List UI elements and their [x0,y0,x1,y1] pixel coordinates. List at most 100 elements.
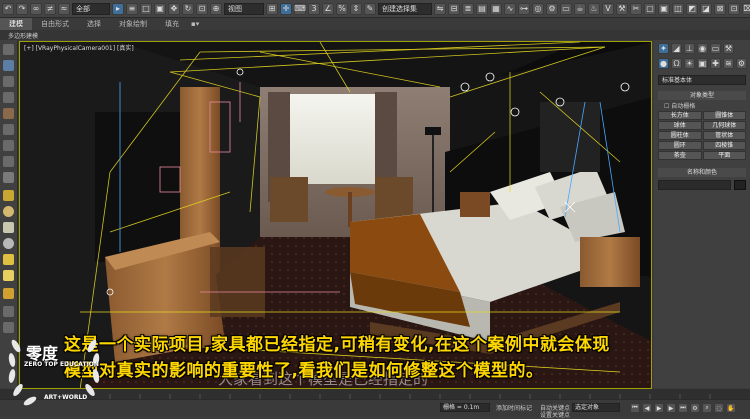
curve-editor-icon[interactable]: ∿ [504,2,516,15]
pan-icon[interactable]: ✋ [726,403,736,413]
next-frame-icon[interactable]: ▶ [666,403,676,413]
sun-icon[interactable] [3,254,14,265]
light-box-icon[interactable] [3,190,14,201]
light-dome-icon[interactable] [3,238,14,249]
vray-frame-icon[interactable]: V [602,2,614,15]
extra-tool2-icon[interactable]: ▢ [644,2,656,15]
extra-tool4-icon[interactable]: ◫ [672,2,684,15]
container-icon[interactable] [3,44,14,55]
motion-icon[interactable] [3,92,14,103]
scene-explorer-icon[interactable]: ▤ [476,2,488,15]
vray-settings-icon[interactable]: ⚒ [616,2,628,15]
render-icon[interactable]: ☕ [574,2,586,15]
torus-button[interactable]: 圆环 [658,141,702,150]
percent-snap-icon[interactable]: % [336,2,348,15]
align-icon[interactable]: ⊟ [448,2,460,15]
shapes-category-icon[interactable]: ᘯ [671,58,682,69]
shape-icon[interactable] [3,124,14,135]
keyboard-shortcut-icon[interactable]: ⌨ [294,2,306,15]
rect-select-icon[interactable]: □ [140,2,152,15]
cameras-category-icon[interactable]: ▣ [697,58,708,69]
modify-tab-icon[interactable]: ◢ [671,43,682,54]
window-crossing-icon[interactable]: ▣ [154,2,166,15]
hierarchy-icon[interactable] [3,76,14,87]
go-to-end-icon[interactable]: ⏭ [678,403,688,413]
time-config-icon[interactable]: ⚙ [690,403,700,413]
polygon-modeling-label[interactable]: 多边形建模 [8,31,38,40]
extra-tool9-icon[interactable]: ⌧ [742,2,750,15]
spot-light-icon[interactable] [3,288,14,299]
cone-button[interactable]: 圆锥体 [702,111,746,120]
extra-tool7-icon[interactable]: ⊠ [714,2,726,15]
orbit-icon[interactable]: ◌ [714,403,724,413]
extra-tool-icon[interactable]: ✂ [630,2,642,15]
display-tab-icon[interactable]: ▭ [710,43,721,54]
scale-icon[interactable]: ⊡ [196,2,208,15]
select-object-icon[interactable]: ▸ [112,2,124,15]
timeline-ruler[interactable] [0,389,750,399]
set-key-label[interactable]: 设置关键点 [540,410,570,419]
render-active-icon[interactable]: ♨ [588,2,600,15]
helper-icon[interactable] [3,140,14,151]
light-sphere-icon[interactable] [3,206,14,217]
add-time-tag-label[interactable]: 添加时间标记 [496,403,532,412]
reference-coord-select[interactable]: 视图 [224,2,264,15]
motion-tab-icon[interactable]: ◉ [697,43,708,54]
tab-selection[interactable]: 选择 [78,18,110,30]
sphere-button[interactable]: 球体 [658,121,702,130]
place-icon[interactable]: ⊕ [210,2,222,15]
extra-tool6-icon[interactable]: ◪ [700,2,712,15]
ribbon-options-icon[interactable]: ▪▾ [188,18,202,30]
link-icon[interactable]: ∞ [30,2,42,15]
rotate-icon[interactable]: ↻ [182,2,194,15]
select-by-name-icon[interactable]: ≡ [126,2,138,15]
helpers-category-icon[interactable]: ✚ [710,58,721,69]
undo-icon[interactable]: ↶ [2,2,14,15]
object-color-swatch[interactable] [734,180,746,190]
layer-icon[interactable]: ≣ [462,2,474,15]
pyramid-button[interactable]: 四棱锥 [702,141,746,150]
extra-tool8-icon[interactable]: ⊡ [728,2,740,15]
viewport-label[interactable]: [+] [VRayPhysicalCamera001] [真实] [24,43,134,52]
spacewarps-category-icon[interactable]: ≋ [723,58,734,69]
schematic-view-icon[interactable]: ⊶ [518,2,530,15]
cylinder-button[interactable]: 圆柱体 [658,131,702,140]
tab-freeform[interactable]: 自由形式 [32,18,78,30]
object-name-input[interactable] [658,180,731,190]
object-type-header[interactable]: 对象类型 [658,91,746,100]
edit-named-selection-icon[interactable]: ✎ [364,2,376,15]
system-icon[interactable] [3,172,14,183]
angle-snap-icon[interactable]: ∠ [322,2,334,15]
omni-light-icon[interactable] [3,270,14,281]
systems-category-icon[interactable]: ⚙ [736,58,747,69]
space-warp-icon[interactable] [3,156,14,167]
lights-category-icon[interactable]: ☀ [684,58,695,69]
rendered-frame-icon[interactable]: ▭ [560,2,572,15]
extra-tool5-icon[interactable]: ◩ [686,2,698,15]
camera-icon[interactable] [3,306,14,317]
geometry-icon[interactable] [3,108,14,119]
primitive-category-select[interactable]: 标准基本体 [658,75,746,85]
plane-button[interactable]: 平面 [702,151,746,160]
material-editor-icon[interactable]: ◎ [532,2,544,15]
select-manipulate-icon[interactable]: ✛ [280,2,292,15]
unlink-icon[interactable]: ≠ [44,2,56,15]
go-to-start-icon[interactable]: ⏮ [630,403,640,413]
autogrid-row[interactable]: ☐ 自动栅格 [658,101,746,110]
ribbon-toggle-icon[interactable]: ▦ [490,2,502,15]
redo-icon[interactable]: ↷ [16,2,28,15]
named-selection-set-select[interactable]: 创建选择集 [378,2,432,15]
spinner-snap-icon[interactable]: ⇕ [350,2,362,15]
light-plane-icon[interactable] [3,222,14,233]
bind-icon[interactable]: ≈ [58,2,70,15]
play-icon[interactable]: ▶ [654,403,664,413]
mirror-icon[interactable]: ⇋ [434,2,446,15]
key-filter-select[interactable]: 选定对象 [572,403,620,412]
create-tab-icon[interactable]: ✦ [658,43,669,54]
selection-filter-select[interactable]: 全部 [72,2,110,15]
hierarchy-tab-icon[interactable]: ⊥ [684,43,695,54]
move-icon[interactable]: ✥ [168,2,180,15]
box-button[interactable]: 长方体 [658,111,702,120]
teapot-button[interactable]: 茶壶 [658,151,702,160]
pivot-icon[interactable]: ⊞ [266,2,278,15]
